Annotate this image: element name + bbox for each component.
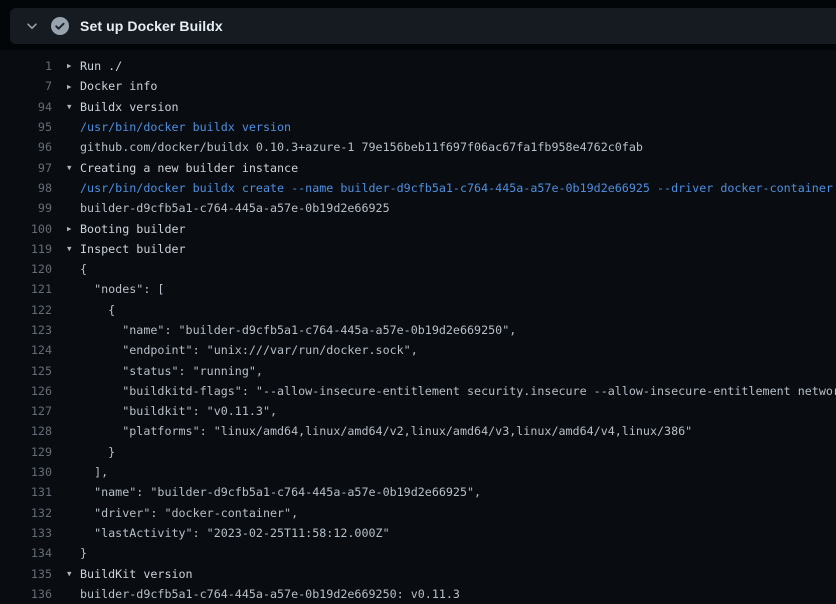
log-line[interactable]: 119 ▼Inspect builder — [0, 239, 836, 259]
output-text: github.com/docker/buildx 0.10.3+azure-1 … — [80, 140, 643, 154]
log-line[interactable]: 7 ▶Docker info — [0, 76, 836, 96]
log-line: 127 "buildkit": "v0.11.3", — [0, 401, 836, 421]
line-number[interactable]: 125 — [0, 364, 52, 378]
log-line: 131 "name": "builder-d9cfb5a1-c764-445a-… — [0, 482, 836, 502]
group-title[interactable]: Booting builder — [80, 222, 186, 236]
log-line: 128 "platforms": "linux/amd64,linux/amd6… — [0, 421, 836, 441]
line-number[interactable]: 124 — [0, 343, 52, 357]
log-line: 124 "endpoint": "unix:///var/run/docker.… — [0, 340, 836, 360]
log-line[interactable]: 135 ▼BuildKit version — [0, 563, 836, 583]
log-line: 126 "buildkitd-flags": "--allow-insecure… — [0, 381, 836, 401]
line-number[interactable]: 7 — [0, 79, 52, 93]
log-line: 133 "lastActivity": "2023-02-25T11:58:12… — [0, 523, 836, 543]
log-line: 129 } — [0, 442, 836, 462]
output-text: builder-d9cfb5a1-c764-445a-a57e-0b19d2e6… — [80, 201, 390, 215]
triangle-right-icon[interactable]: ▶ — [67, 62, 80, 70]
group-title[interactable]: Run ./ — [80, 59, 122, 73]
line-number[interactable]: 134 — [0, 546, 52, 560]
line-number[interactable]: 1 — [0, 59, 52, 73]
line-number[interactable]: 130 — [0, 465, 52, 479]
step-title: Set up Docker Buildx — [80, 18, 223, 34]
output-text: } — [80, 445, 115, 459]
line-number[interactable]: 128 — [0, 424, 52, 438]
step-header[interactable]: Set up Docker Buildx — [10, 8, 836, 44]
output-text: "name": "builder-d9cfb5a1-c764-445a-a57e… — [80, 323, 516, 337]
output-text: "buildkitd-flags": "--allow-insecure-ent… — [80, 384, 836, 398]
line-number[interactable]: 131 — [0, 485, 52, 499]
log-line: 123 "name": "builder-d9cfb5a1-c764-445a-… — [0, 320, 836, 340]
log-line: 120 { — [0, 259, 836, 279]
log-line[interactable]: 1 ▶Run ./ — [0, 56, 836, 76]
line-number[interactable]: 126 — [0, 384, 52, 398]
group-title[interactable]: Inspect builder — [80, 242, 186, 256]
log-viewer: 1▶Run ./7▶Docker info94▼Buildx version95… — [0, 50, 836, 604]
log-line[interactable]: 97 ▼Creating a new builder instance — [0, 157, 836, 177]
output-text: "nodes": [ — [80, 282, 164, 296]
line-number[interactable]: 127 — [0, 404, 52, 418]
log-line: 95/usr/bin/docker buildx version — [0, 117, 836, 137]
line-number[interactable]: 120 — [0, 262, 52, 276]
triangle-right-icon[interactable]: ▶ — [67, 225, 80, 233]
log-line: 98/usr/bin/docker buildx create --name b… — [0, 178, 836, 198]
line-number[interactable]: 129 — [0, 445, 52, 459]
line-number[interactable]: 136 — [0, 587, 52, 601]
line-number[interactable]: 99 — [0, 201, 52, 215]
log-line: 136 builder-d9cfb5a1-c764-445a-a57e-0b19d… — [0, 584, 836, 604]
output-text: ], — [80, 465, 108, 479]
line-number[interactable]: 135 — [0, 567, 52, 581]
command-text: /usr/bin/docker buildx create --name bui… — [80, 181, 833, 195]
status-check-icon — [51, 17, 69, 35]
group-title[interactable]: Buildx version — [80, 100, 179, 114]
group-title[interactable]: Creating a new builder instance — [80, 161, 298, 175]
output-text: { — [80, 262, 87, 276]
line-number[interactable]: 122 — [0, 303, 52, 317]
output-text: { — [80, 303, 115, 317]
command-text: /usr/bin/docker buildx version — [80, 120, 291, 134]
output-text: "name": "builder-d9cfb5a1-c764-445a-a57e… — [80, 485, 481, 499]
line-number[interactable]: 97 — [0, 161, 52, 175]
log-line: 121 "nodes": [ — [0, 279, 836, 299]
log-line: 134} — [0, 543, 836, 563]
line-number[interactable]: 95 — [0, 120, 52, 134]
output-text: "endpoint": "unix:///var/run/docker.sock… — [80, 343, 418, 357]
line-number[interactable]: 119 — [0, 242, 52, 256]
output-text: "status": "running", — [80, 364, 263, 378]
triangle-down-icon[interactable]: ▼ — [67, 570, 80, 578]
triangle-right-icon[interactable]: ▶ — [67, 83, 80, 91]
log-line: 130 ], — [0, 462, 836, 482]
line-number[interactable]: 132 — [0, 506, 52, 520]
group-title[interactable]: Docker info — [80, 79, 157, 93]
log-line[interactable]: 94 ▼Buildx version — [0, 97, 836, 117]
output-text: "platforms": "linux/amd64,linux/amd64/v2… — [80, 424, 692, 438]
line-number[interactable]: 98 — [0, 181, 52, 195]
output-text: "lastActivity": "2023-02-25T11:58:12.000… — [80, 526, 390, 540]
output-text: "buildkit": "v0.11.3", — [80, 404, 277, 418]
log-line: 99 builder-d9cfb5a1-c764-445a-a57e-0b19d2… — [0, 198, 836, 218]
triangle-down-icon[interactable]: ▼ — [67, 103, 80, 111]
log-line: 122 { — [0, 300, 836, 320]
log-line: 132 "driver": "docker-container", — [0, 503, 836, 523]
line-number[interactable]: 123 — [0, 323, 52, 337]
group-title[interactable]: BuildKit version — [80, 567, 193, 581]
output-text: builder-d9cfb5a1-c764-445a-a57e-0b19d2e6… — [80, 587, 460, 601]
chevron-down-icon[interactable] — [24, 18, 40, 34]
log-line: 96 github.com/docker/buildx 0.10.3+azure-… — [0, 137, 836, 157]
line-number[interactable]: 133 — [0, 526, 52, 540]
log-line[interactable]: 100 ▶Booting builder — [0, 218, 836, 238]
log-line: 125 "status": "running", — [0, 360, 836, 380]
line-number[interactable]: 100 — [0, 222, 52, 236]
output-text: "driver": "docker-container", — [80, 506, 298, 520]
line-number[interactable]: 96 — [0, 140, 52, 154]
triangle-down-icon[interactable]: ▼ — [67, 164, 80, 172]
line-number[interactable]: 94 — [0, 100, 52, 114]
line-number[interactable]: 121 — [0, 282, 52, 296]
triangle-down-icon[interactable]: ▼ — [67, 245, 80, 253]
output-text: } — [80, 546, 87, 560]
